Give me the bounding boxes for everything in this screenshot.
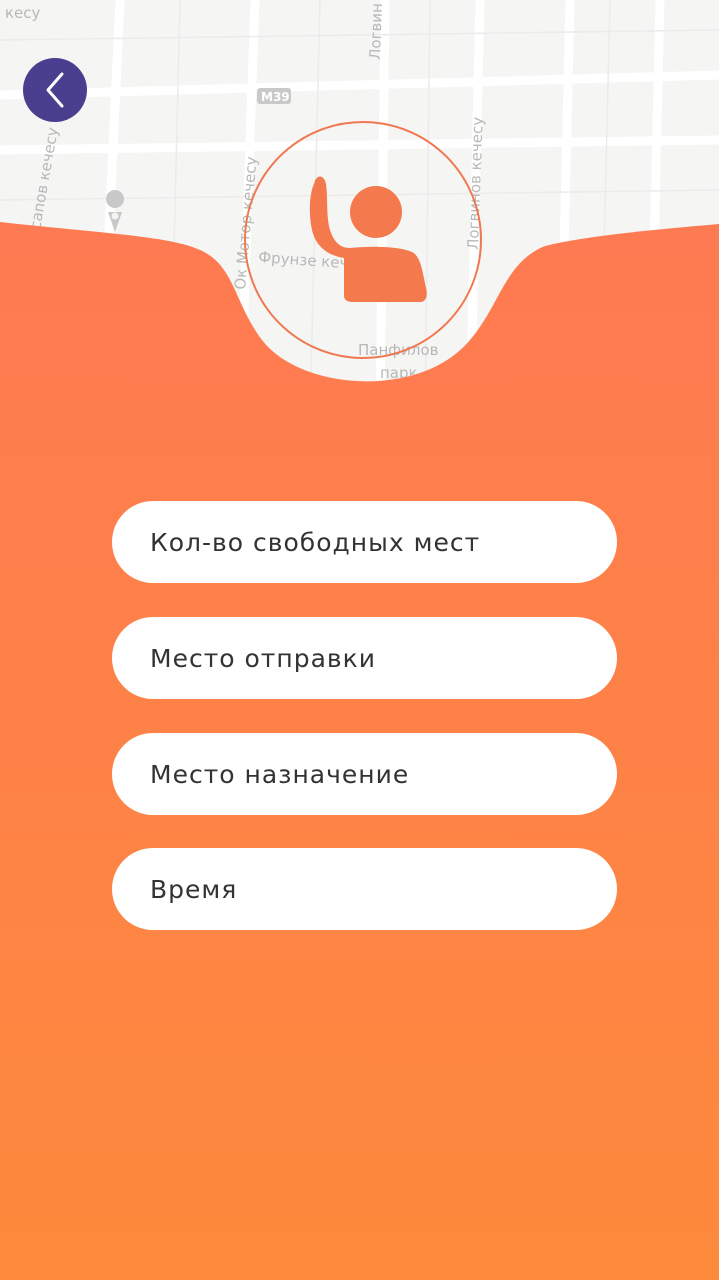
map-label: кесу xyxy=(5,4,41,22)
time-placeholder: Время xyxy=(150,874,238,904)
map-label-m39: M39 xyxy=(261,90,290,104)
map-label: Логвин xyxy=(366,3,386,60)
chevron-left-icon xyxy=(46,72,64,108)
map-label: парк xyxy=(380,364,418,382)
destination-field[interactable]: Место назначение xyxy=(112,733,617,815)
destination-placeholder: Место назначение xyxy=(150,759,410,789)
departure-place-placeholder: Место отправки xyxy=(150,643,376,673)
time-field[interactable]: Время xyxy=(112,848,617,930)
free-seats-field[interactable]: Кол-во свободных мест xyxy=(112,501,617,583)
raised-hand-person-icon xyxy=(309,176,427,302)
free-seats-placeholder: Кол-во свободных мест xyxy=(150,527,481,557)
back-button[interactable] xyxy=(23,58,87,122)
departure-place-field[interactable]: Место отправки xyxy=(112,617,617,699)
